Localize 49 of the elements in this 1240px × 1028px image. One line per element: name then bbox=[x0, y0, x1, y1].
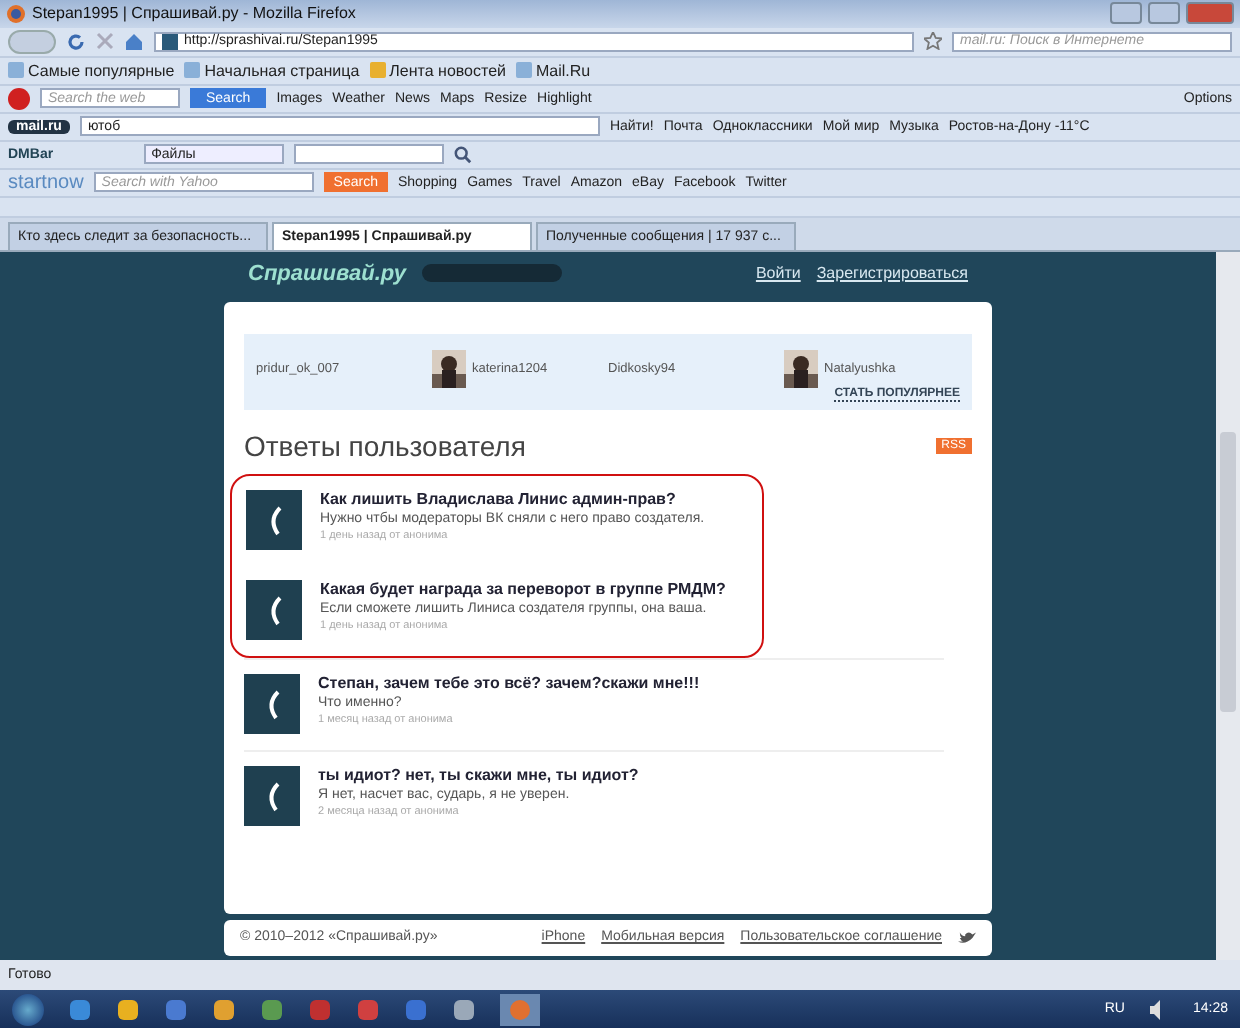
section-heading: Ответы пользователя bbox=[244, 429, 526, 462]
question-link[interactable]: ты идиот? нет, ты скажи мне, ты идиот? bbox=[318, 765, 639, 784]
app-icon[interactable] bbox=[164, 997, 188, 1022]
app-icon[interactable] bbox=[404, 997, 428, 1022]
bookmark-icon bbox=[516, 62, 532, 79]
startnow-logo: startnow bbox=[8, 171, 84, 194]
question-link[interactable]: Как лишить Владислава Линис админ-прав? bbox=[320, 489, 705, 508]
app-icon[interactable] bbox=[116, 997, 140, 1022]
start-button[interactable] bbox=[12, 993, 44, 1026]
app-icon[interactable] bbox=[452, 997, 476, 1022]
site-logo[interactable]: Спрашивай.ру bbox=[248, 261, 406, 286]
window-title: Stepan1995 | Спрашивай.ру - Mozilla Firefox bbox=[32, 4, 356, 23]
site-favicon-icon bbox=[162, 33, 178, 50]
home-icon[interactable] bbox=[124, 31, 144, 52]
default-avatar-icon bbox=[246, 489, 302, 550]
close-button[interactable] bbox=[1186, 2, 1234, 25]
minimize-button[interactable] bbox=[1110, 2, 1142, 25]
search-icon[interactable] bbox=[453, 145, 472, 164]
app-icon[interactable] bbox=[68, 997, 92, 1022]
text-field[interactable] bbox=[293, 144, 444, 165]
bookmark-link[interactable]: Лента новостей bbox=[369, 61, 506, 80]
toolbar-logo-icon bbox=[8, 87, 30, 110]
app-icon[interactable] bbox=[260, 997, 284, 1022]
app-icon[interactable] bbox=[212, 997, 236, 1022]
back-button[interactable] bbox=[8, 29, 56, 54]
bookmark-link[interactable]: Самые популярные bbox=[8, 61, 175, 80]
default-avatar-icon bbox=[244, 765, 300, 826]
default-avatar-icon bbox=[244, 673, 300, 734]
login-link[interactable]: Войти bbox=[755, 264, 801, 283]
app-icon[interactable] bbox=[356, 997, 380, 1022]
reload-icon[interactable] bbox=[66, 31, 86, 52]
question-link[interactable]: Какая будет награда за переворот в группе РМДМ? bbox=[320, 579, 726, 598]
register-link[interactable]: Зарегистрироваться bbox=[816, 264, 968, 283]
default-avatar-icon bbox=[246, 579, 302, 640]
question-link[interactable]: Степан, зачем тебе это всё? зачем?скажи мне!!! bbox=[318, 673, 700, 692]
firefox-icon bbox=[6, 3, 26, 24]
bookmark-icon bbox=[369, 62, 386, 79]
maximize-button[interactable] bbox=[1148, 2, 1180, 25]
active-app-button[interactable] bbox=[500, 993, 540, 1026]
bookmark-link[interactable]: Начальная страница bbox=[184, 61, 360, 80]
app-icon bbox=[508, 997, 532, 1022]
site-search-field[interactable] bbox=[421, 264, 562, 283]
scrollbar[interactable] bbox=[1216, 251, 1240, 961]
bookmark-icon bbox=[184, 62, 201, 79]
stop-icon[interactable] bbox=[96, 32, 114, 51]
bookmark-link[interactable]: Mail.Ru bbox=[516, 61, 591, 80]
star-icon[interactable] bbox=[924, 32, 942, 51]
bird-icon[interactable] bbox=[958, 929, 976, 946]
bookmark-icon bbox=[8, 62, 24, 79]
